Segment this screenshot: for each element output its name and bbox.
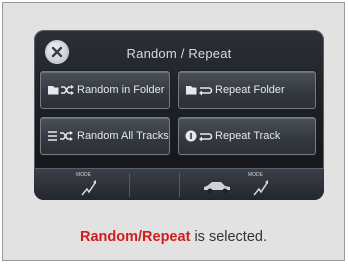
repeat-folder-button[interactable]: Repeat Folder	[178, 71, 316, 109]
random-in-folder-button[interactable]: Random in Folder	[40, 71, 170, 109]
car-icon	[204, 182, 230, 194]
bar-divider	[129, 173, 130, 197]
screen-title: Random / Repeat	[126, 46, 232, 61]
option-label: Random All Tracks	[77, 130, 169, 142]
mode-right-button[interactable]: MODE	[246, 172, 276, 198]
random-all-icon	[47, 129, 77, 143]
option-label: Repeat Folder	[215, 84, 285, 96]
repeat-track-button[interactable]: Repeat Track	[178, 117, 316, 155]
caption: Random/Repeat is selected.	[3, 229, 344, 245]
random-all-tracks-button[interactable]: Random All Tracks	[40, 117, 170, 155]
caption-highlight: Random/Repeat	[80, 229, 191, 245]
option-label: Random in Folder	[77, 84, 165, 96]
random-folder-icon	[47, 83, 77, 97]
mode-right-icon	[253, 180, 268, 196]
caption-text: is selected.	[194, 229, 267, 245]
options-grid: Random in Folder Repeat Folder Random Al…	[40, 71, 318, 161]
bar-divider	[179, 173, 180, 197]
car-button[interactable]	[194, 172, 234, 198]
mode-left-button[interactable]: MODE	[74, 172, 104, 198]
repeat-track-icon	[185, 129, 215, 143]
illustration-panel: Random / Repeat Random in Folder Repeat …	[2, 2, 345, 261]
bottom-bar: MODE MODE	[34, 168, 324, 200]
mode-left-icon	[81, 180, 96, 196]
option-label: Repeat Track	[215, 130, 281, 142]
audio-screen: Random / Repeat Random in Folder Repeat …	[34, 30, 324, 200]
repeat-folder-icon	[185, 83, 215, 97]
screen-header: Random / Repeat	[42, 39, 316, 69]
